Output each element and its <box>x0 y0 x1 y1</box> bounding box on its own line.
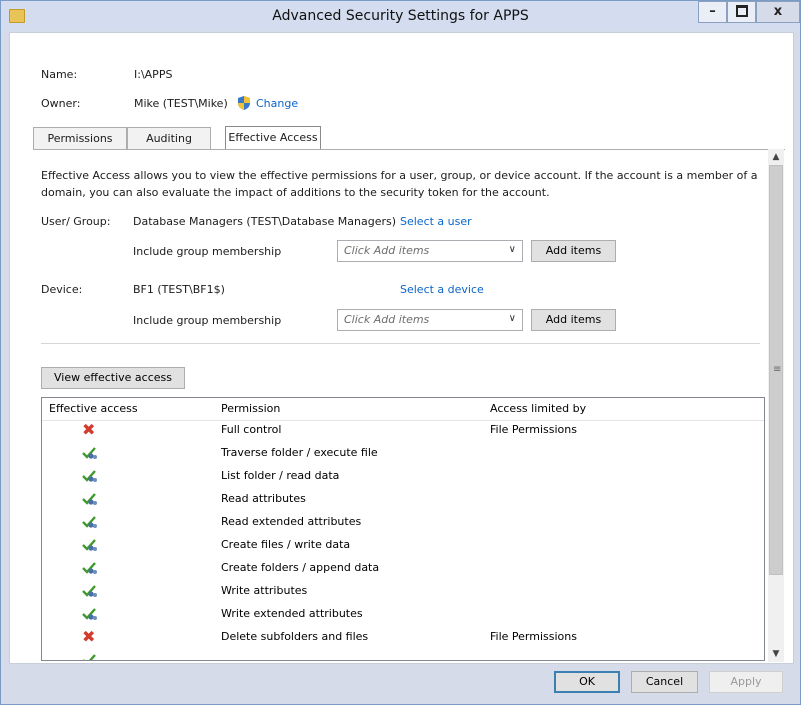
table-row[interactable]: ✖ Delete subfolders and files File Permiss… <box>42 627 764 650</box>
table-row[interactable]: Create folders / append data <box>42 558 764 581</box>
user-include-label: Include group membership <box>133 245 282 258</box>
minimize-button[interactable]: – <box>698 1 727 23</box>
device-add-items-button[interactable]: Add items <box>531 309 616 331</box>
table-row[interactable]: Write extended attributes <box>42 604 764 627</box>
permission-cell: Create folders / append data <box>221 561 380 574</box>
allowed-icon <box>82 539 97 551</box>
maximize-button[interactable] <box>727 1 756 23</box>
description-line-2: domain, you can also evaluate the impact… <box>41 186 550 199</box>
permission-cell: Create files / write data <box>221 538 351 551</box>
allowed-icon <box>82 447 97 459</box>
denied-icon: ✖ <box>82 420 96 439</box>
scroll-thumb[interactable]: ≡ <box>769 165 783 575</box>
uac-shield-icon <box>238 96 250 110</box>
denied-icon: ✖ <box>82 627 96 646</box>
dialog-window: Advanced Security Settings for APPS – x … <box>0 0 801 705</box>
grip-icon: ≡ <box>773 364 782 375</box>
scroll-up-icon[interactable]: ▲ <box>768 149 784 165</box>
permission-cell: List folder / read data <box>221 469 340 482</box>
allowed-icon <box>82 562 97 574</box>
table-row[interactable] <box>42 650 764 660</box>
maximize-icon <box>735 4 748 17</box>
tab-permissions[interactable]: Permissions <box>33 127 127 149</box>
cancel-button[interactable]: Cancel <box>631 671 698 693</box>
allowed-icon <box>82 516 97 528</box>
table-row[interactable]: Traverse folder / execute file <box>42 443 764 466</box>
allowed-icon <box>82 608 97 620</box>
permission-cell: Delete subfolders and files <box>221 630 369 643</box>
close-button[interactable]: x <box>756 1 800 23</box>
view-effective-access-button[interactable]: View effective access <box>41 367 185 389</box>
effective-access-table: Effective access Permission Access limit… <box>41 397 765 661</box>
allowed-icon <box>83 654 96 660</box>
table-row[interactable]: ✖ Full control File Permissions <box>42 420 764 443</box>
name-label: Name: <box>41 68 78 81</box>
table-row[interactable]: List folder / read data <box>42 466 764 489</box>
permission-cell: Traverse folder / execute file <box>221 446 378 459</box>
table-row[interactable]: Read extended attributes <box>42 512 764 535</box>
table-row[interactable]: Create files / write data <box>42 535 764 558</box>
vertical-scrollbar[interactable]: ▲ ≡ ▼ <box>768 149 784 662</box>
chevron-down-icon: ∨ <box>508 244 516 255</box>
tab-auditing[interactable]: Auditing <box>127 127 211 149</box>
combo-placeholder: Click Add items <box>344 313 430 326</box>
device-include-label: Include group membership <box>133 314 282 327</box>
user-group-label: User/ Group: <box>41 215 111 228</box>
device-value: BF1 (TEST\BF1$) <box>133 283 225 296</box>
allowed-icon <box>82 470 97 482</box>
ok-button[interactable]: OK <box>554 671 620 693</box>
select-user-link[interactable]: Select a user <box>400 215 472 228</box>
permission-cell: Write extended attributes <box>221 607 363 620</box>
permission-cell: Full control <box>221 423 282 436</box>
divider <box>41 343 760 344</box>
change-owner-link[interactable]: Change <box>256 97 298 110</box>
name-value: I:\APPS <box>134 68 173 81</box>
column-permission[interactable]: Permission <box>221 402 280 415</box>
table-row[interactable]: Read attributes <box>42 489 764 512</box>
owner-value: Mike (TEST\Mike) <box>134 97 228 110</box>
title-bar[interactable]: Advanced Security Settings for APPS – x <box>1 1 800 31</box>
access-limited-by-cell: File Permissions <box>490 630 577 643</box>
apply-button[interactable]: Apply <box>709 671 783 693</box>
permission-cell: Read attributes <box>221 492 306 505</box>
user-group-value: Database Managers (TEST\Database Manager… <box>133 215 397 228</box>
owner-label: Owner: <box>41 97 81 110</box>
combo-placeholder: Click Add items <box>344 244 430 257</box>
column-access-limited-by[interactable]: Access limited by <box>490 402 586 415</box>
description-line-1: Effective Access allows you to view the … <box>41 169 758 182</box>
user-group-combo[interactable]: Click Add items ∨ <box>337 240 523 262</box>
select-device-link[interactable]: Select a device <box>400 283 484 296</box>
device-label: Device: <box>41 283 83 296</box>
window-title: Advanced Security Settings for APPS <box>272 8 529 24</box>
permission-cell: Write attributes <box>221 584 308 597</box>
column-effective-access[interactable]: Effective access <box>49 402 138 415</box>
allowed-icon <box>82 493 97 505</box>
scroll-down-icon[interactable]: ▼ <box>768 646 784 662</box>
table-row[interactable]: Write attributes <box>42 581 764 604</box>
access-limited-by-cell: File Permissions <box>490 423 577 436</box>
tab-effective-access[interactable]: Effective Access <box>225 126 321 150</box>
device-group-combo[interactable]: Click Add items ∨ <box>337 309 523 331</box>
allowed-icon <box>82 585 97 597</box>
chevron-down-icon: ∨ <box>508 313 516 324</box>
permission-cell: Read extended attributes <box>221 515 362 528</box>
user-add-items-button[interactable]: Add items <box>531 240 616 262</box>
table-header: Effective access Permission Access limit… <box>42 398 764 421</box>
